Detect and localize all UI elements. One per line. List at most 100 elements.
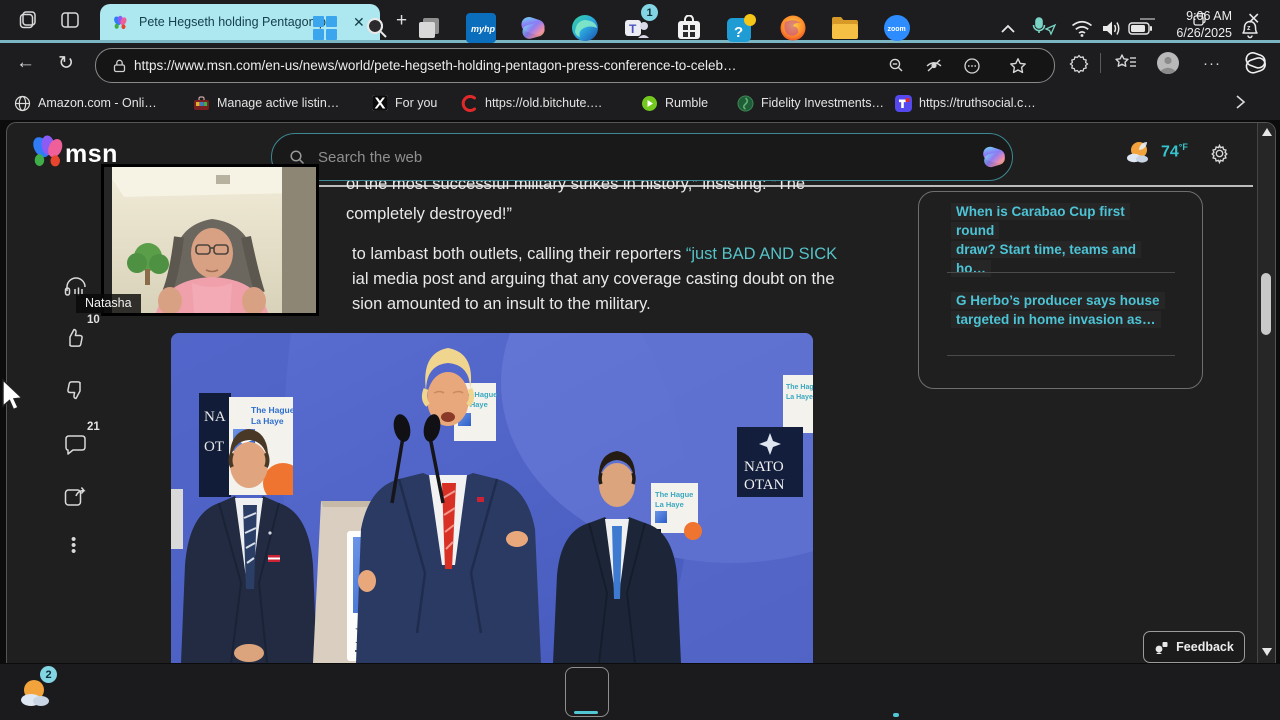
msn-favicon xyxy=(112,14,129,31)
bookmark-x-foryou[interactable]: For you xyxy=(372,86,437,120)
article-line: completely destroyed!” xyxy=(346,205,512,223)
edge-active-indicator xyxy=(574,711,598,714)
search-bar[interactable] xyxy=(271,133,1013,181)
comments-count: 21 xyxy=(87,421,100,433)
taskbar-search-button[interactable] xyxy=(359,10,395,46)
workspaces-icon[interactable] xyxy=(17,9,39,31)
teams-app-button[interactable]: T 1 xyxy=(619,4,658,46)
refresh-button[interactable]: ↻ xyxy=(58,52,74,75)
firefox-app-button[interactable] xyxy=(775,10,811,46)
bookmark-amazon[interactable]: Amazon.com - Onli… xyxy=(14,86,157,120)
myhp-app-button[interactable]: myhp xyxy=(463,10,499,46)
back-button[interactable]: ← xyxy=(16,52,35,74)
settings-more-icon[interactable]: ··· xyxy=(1203,55,1221,72)
store-app-button[interactable] xyxy=(671,10,707,46)
msn-page: msn 74°F of the most succ xyxy=(6,122,1276,663)
favorites-bar-icon[interactable] xyxy=(1115,53,1137,73)
feedback-button[interactable]: Feedback xyxy=(1143,631,1245,663)
webcam-name-label: Natasha xyxy=(76,294,141,313)
copilot-toolbar-icon[interactable] xyxy=(1242,50,1269,77)
weather-temp: 74 xyxy=(1161,143,1179,161)
article-paragraph-2: to lambast both outlets, calling their r… xyxy=(352,245,838,263)
copilot-app-button[interactable] xyxy=(515,10,551,46)
bookmark-bitchute[interactable]: https://old.bitchute.… xyxy=(461,86,602,120)
truthsocial-icon xyxy=(895,94,912,112)
poster-lahaye-text: La Haye xyxy=(251,416,284,426)
task-view-button[interactable] xyxy=(411,10,447,46)
related-link-1[interactable]: When is Carabao Cup first round draw? St… xyxy=(951,202,1167,278)
tray-date: 6/26/2025 xyxy=(1176,26,1232,40)
widgets-button[interactable]: 2 xyxy=(10,666,68,716)
likes-count: 10 xyxy=(87,314,100,326)
article-paragraph-1: of the most successful military strikes … xyxy=(346,181,806,193)
scrollbar-up-arrow[interactable] xyxy=(1261,127,1273,137)
permissions-ellipsis-icon[interactable] xyxy=(963,57,981,75)
svg-text:The Hague: The Hague xyxy=(786,384,813,391)
extensions-icon[interactable] xyxy=(1068,53,1090,75)
briefcase-icon xyxy=(194,95,209,110)
copilot-search-icon[interactable] xyxy=(980,143,1008,171)
tray-battery-icon[interactable] xyxy=(1122,10,1158,46)
zoom-out-icon[interactable] xyxy=(888,57,905,74)
widgets-badge: 2 xyxy=(40,666,57,683)
myhp-label: myhp xyxy=(471,24,496,34)
svg-text:La Haye: La Haye xyxy=(786,394,813,401)
get-help-app-button[interactable]: ? xyxy=(723,10,759,46)
tray-clock[interactable]: 9:06 AM 6/26/2025 xyxy=(1176,8,1232,42)
more-options-icon[interactable]: • • • xyxy=(71,532,76,559)
lock-icon[interactable] xyxy=(113,59,126,73)
favorite-star-icon[interactable] xyxy=(1009,57,1027,75)
tray-notification-bell-icon[interactable]: z xyxy=(1232,10,1268,46)
svg-text:NATO: NATO xyxy=(744,459,784,475)
bookmark-listings[interactable]: Manage active listin… xyxy=(193,86,339,120)
poster-na-text: NA xyxy=(204,409,226,425)
weather-widget[interactable]: 74°F xyxy=(1125,139,1188,165)
poster-hague-text: The Hague xyxy=(251,405,295,415)
article-line: ial media post and arguing that any cove… xyxy=(352,270,835,288)
mouse-cursor xyxy=(0,378,26,412)
start-button[interactable] xyxy=(307,10,343,46)
new-tab-button[interactable]: + xyxy=(396,10,407,32)
tracking-prevention-eye-slash-icon[interactable] xyxy=(925,58,943,74)
address-bar[interactable]: https://www.msn.com/en-us/news/world/pet… xyxy=(95,48,1055,83)
svg-text:z: z xyxy=(1247,25,1251,32)
feedback-icon xyxy=(1155,641,1168,654)
scrollbar-down-arrow[interactable] xyxy=(1261,647,1273,657)
svg-text:La Haye: La Haye xyxy=(655,500,684,509)
msn-logo[interactable] xyxy=(29,131,67,171)
bitchute-icon xyxy=(461,94,476,112)
globe-icon xyxy=(14,95,31,111)
scrollbar-thumb[interactable] xyxy=(1261,273,1271,335)
profile-avatar[interactable] xyxy=(1156,51,1180,75)
article-line: sion amounted to an insult to the milita… xyxy=(352,295,651,313)
tray-chevron-up-icon[interactable] xyxy=(990,10,1026,46)
poster-ot-text: OT xyxy=(204,439,224,455)
tray-time: 9:06 AM xyxy=(1186,9,1232,23)
msn-settings-gear-icon[interactable] xyxy=(1209,143,1230,164)
vertical-tabs-icon[interactable] xyxy=(59,9,81,31)
search-input[interactable] xyxy=(316,147,920,167)
zoom-label: zoom xyxy=(888,26,906,33)
related-link-2[interactable]: G Herbo’s producer says house targeted i… xyxy=(951,291,1167,329)
teams-badge: 1 xyxy=(641,4,658,21)
weather-unit: °F xyxy=(1178,142,1188,153)
fidelity-icon xyxy=(737,95,754,111)
zoom-app-button[interactable]: zoom xyxy=(879,10,915,46)
tray-mic-location-icon[interactable] xyxy=(1026,10,1062,46)
file-explorer-app-button[interactable] xyxy=(827,10,863,46)
thumbs-up-icon[interactable] xyxy=(63,326,87,350)
page-scrollbar[interactable] xyxy=(1257,123,1275,663)
edge-app-button[interactable] xyxy=(567,10,603,46)
comments-icon[interactable] xyxy=(63,433,89,457)
thumbs-down-icon[interactable] xyxy=(63,378,87,402)
bookmarks-overflow-chevron[interactable] xyxy=(1233,94,1247,110)
bookmark-fidelity[interactable]: Fidelity Investments… xyxy=(737,86,884,120)
related-news-card: When is Carabao Cup first round draw? St… xyxy=(918,191,1203,389)
search-icon xyxy=(289,149,306,166)
bookmark-rumble[interactable]: Rumble xyxy=(641,86,708,120)
bookmarks-bar xyxy=(0,86,1280,120)
share-icon[interactable] xyxy=(63,485,88,508)
svg-text:?: ? xyxy=(734,24,743,41)
article-link[interactable]: “just BAD AND SICK xyxy=(686,245,837,263)
bookmark-truthsocial[interactable]: https://truthsocial.c… xyxy=(895,86,1036,120)
